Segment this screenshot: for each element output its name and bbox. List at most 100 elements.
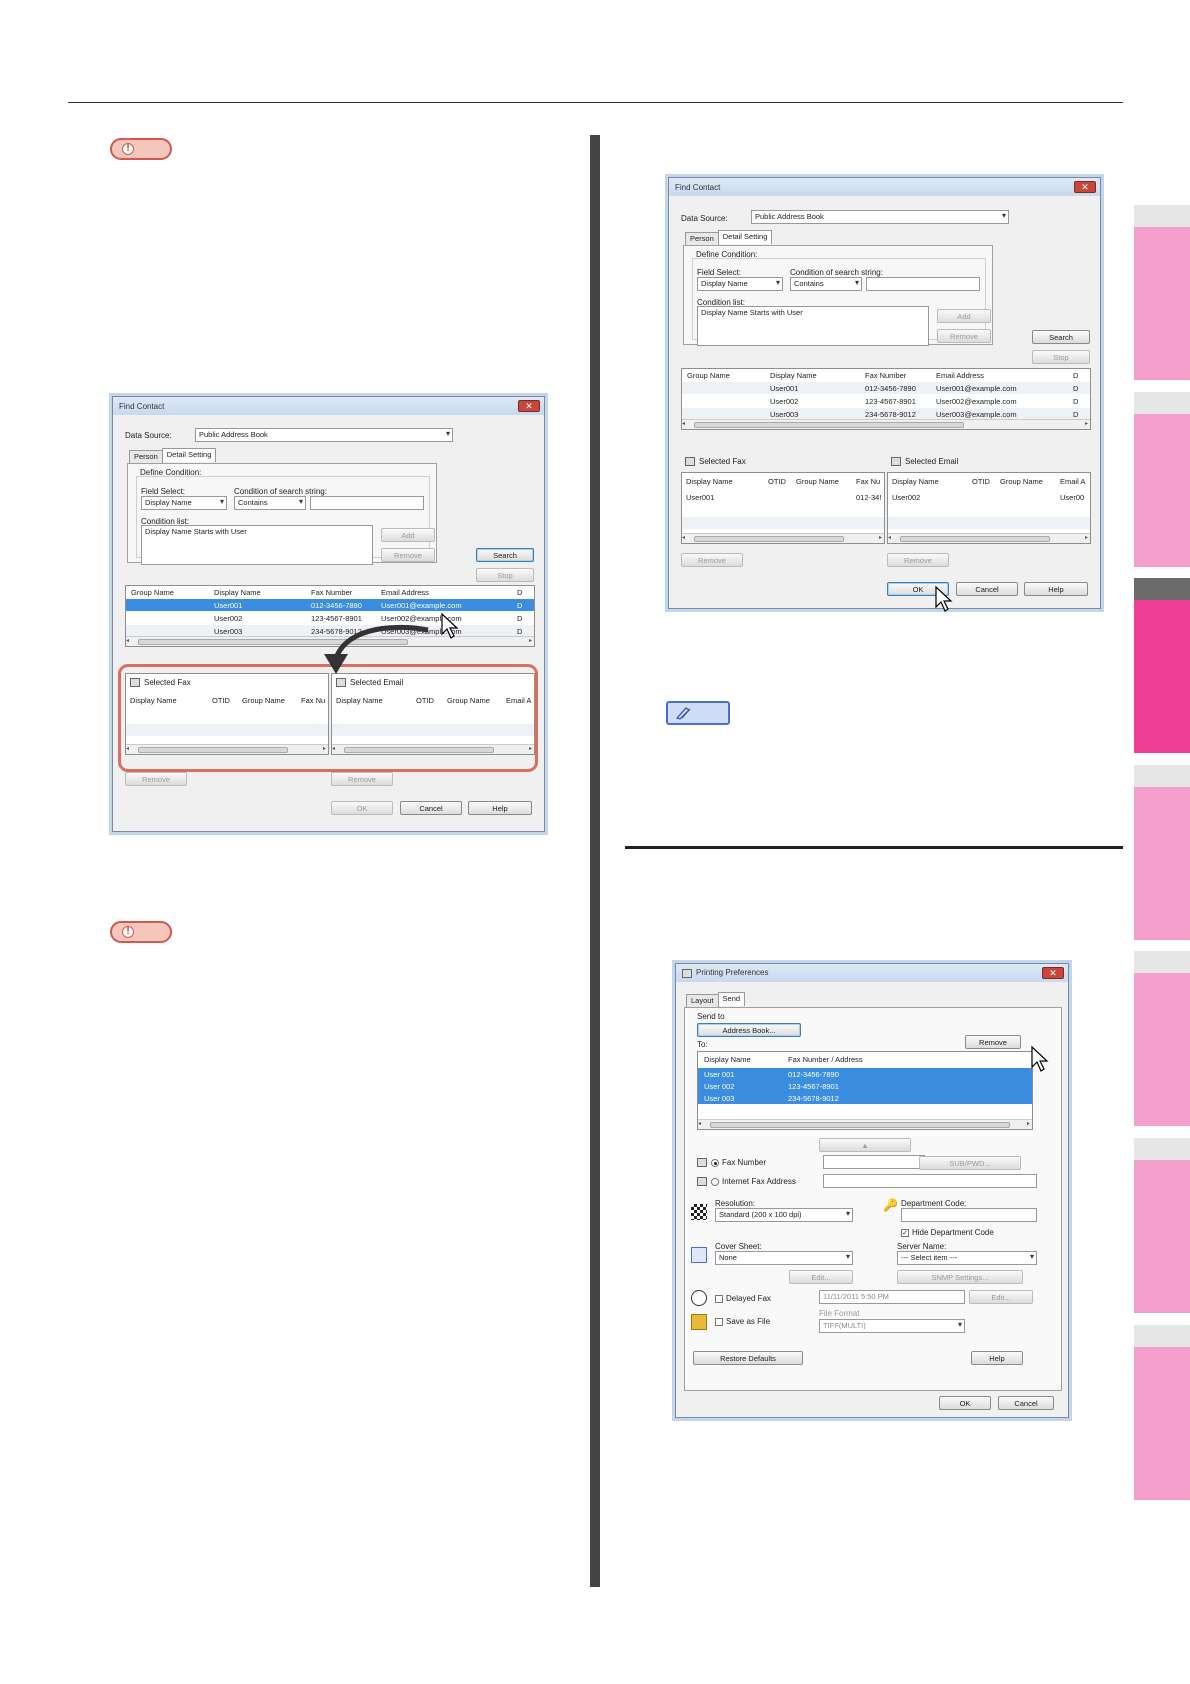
column-header[interactable]: Email Address — [381, 588, 429, 597]
save-as-file-checkbox[interactable] — [715, 1317, 723, 1326]
ok-button[interactable]: OK — [331, 801, 393, 815]
column-header[interactable]: Group Name — [687, 371, 730, 380]
horizontal-scrollbar[interactable]: ◂ ▸ — [698, 1119, 1032, 1129]
chapter-tab[interactable] — [1134, 392, 1190, 567]
column-header[interactable]: Email A — [1060, 477, 1085, 486]
cover-edit-button[interactable]: Edit... — [789, 1270, 853, 1284]
table-row[interactable]: User 003 234-5678-9012 — [698, 1092, 1032, 1104]
tab-send[interactable]: Send — [717, 992, 746, 1006]
column-header[interactable]: Group Name — [796, 477, 839, 486]
chapter-tab[interactable] — [1134, 205, 1190, 380]
delayed-fax-datetime[interactable]: 11/11/2011 5:50 PM — [819, 1290, 965, 1304]
remove-fax-button[interactable]: Remove — [681, 553, 743, 567]
cancel-button[interactable]: Cancel — [400, 801, 462, 815]
remove-condition-button[interactable]: Remove — [381, 548, 435, 562]
list-item[interactable]: User001 012-34! — [682, 491, 884, 503]
tab-person[interactable]: Person — [685, 232, 719, 246]
server-name-select[interactable]: --- Select item --- — [897, 1251, 1037, 1265]
close-icon[interactable]: ✕ — [1042, 967, 1064, 979]
fax-number-input[interactable] — [823, 1155, 925, 1169]
table-row[interactable]: User 002 123-4567-8901 — [698, 1080, 1032, 1092]
remove-email-button[interactable]: Remove — [887, 553, 949, 567]
horizontal-scrollbar[interactable]: ◂ ▸ — [888, 533, 1090, 543]
chapter-tab[interactable] — [1134, 765, 1190, 940]
search-button[interactable]: Search — [476, 548, 534, 562]
add-recipient-up-icon[interactable]: ▲ — [819, 1138, 911, 1152]
column-header[interactable]: Email Address — [936, 371, 984, 380]
help-button[interactable]: Help — [1024, 582, 1088, 596]
remove-condition-button[interactable]: Remove — [937, 329, 991, 343]
internet-fax-input[interactable] — [823, 1174, 1037, 1188]
list-item[interactable]: User002 User00 — [888, 491, 1090, 503]
snmp-settings-button[interactable]: SNMP Settings... — [897, 1270, 1023, 1284]
save-as-file-option[interactable]: Save as File — [715, 1317, 770, 1326]
column-header[interactable]: Fax Number — [865, 371, 906, 380]
remove-button[interactable]: Remove — [965, 1035, 1021, 1049]
table-row[interactable]: User001 012-3456-7890 User001@example.co… — [126, 599, 534, 611]
close-icon[interactable]: ✕ — [1074, 181, 1096, 193]
remove-fax-button[interactable]: Remove — [125, 772, 187, 786]
chapter-tab[interactable] — [1134, 951, 1190, 1126]
fax-number-option[interactable]: Fax Number — [697, 1158, 766, 1168]
column-header[interactable]: Group Name — [1000, 477, 1043, 486]
help-button[interactable]: Help — [468, 801, 532, 815]
delayed-fax-checkbox[interactable] — [715, 1294, 723, 1303]
help-button[interactable]: Help — [971, 1351, 1023, 1365]
fax-number-radio[interactable] — [711, 1158, 719, 1167]
column-header[interactable]: Display Name — [214, 588, 261, 597]
tab-layout[interactable]: Layout — [686, 994, 719, 1008]
table-row[interactable]: User002 123-4567-8901 User002@example.co… — [682, 395, 1090, 407]
search-string-input[interactable] — [866, 277, 980, 291]
column-header[interactable]: Group Name — [131, 588, 174, 597]
stop-button[interactable]: Stop — [476, 568, 534, 582]
ok-button[interactable]: OK — [939, 1396, 991, 1410]
table-row[interactable]: User001 012-3456-7890 User001@example.co… — [682, 382, 1090, 394]
tab-person[interactable]: Person — [129, 450, 163, 464]
tab-detail-setting[interactable]: Detail Setting — [161, 448, 217, 462]
chapter-tab[interactable] — [1134, 1138, 1190, 1313]
column-header[interactable]: Display Name — [892, 477, 939, 486]
table-row[interactable]: User 001 012-3456-7890 — [698, 1068, 1032, 1080]
data-source-select[interactable]: Public Address Book — [195, 428, 453, 442]
delayed-edit-button[interactable]: Edit... — [969, 1290, 1033, 1304]
department-code-input[interactable] — [901, 1208, 1037, 1222]
column-header[interactable]: Fax Number — [311, 588, 352, 597]
column-header[interactable]: OTID — [768, 477, 786, 486]
delayed-fax-option[interactable]: Delayed Fax — [715, 1294, 771, 1303]
condition-combo[interactable]: Contains — [234, 496, 306, 510]
condition-combo[interactable]: Contains — [790, 277, 862, 291]
internet-fax-radio[interactable] — [711, 1177, 719, 1186]
file-format-select[interactable]: TIFF(MULTI) — [819, 1319, 965, 1333]
horizontal-scrollbar[interactable]: ◂ ▸ — [682, 419, 1090, 429]
tab-detail-setting[interactable]: Detail Setting — [717, 230, 773, 244]
sub-pwd-button[interactable]: SUB/PWD... — [919, 1156, 1021, 1170]
restore-defaults-button[interactable]: Restore Defaults — [693, 1351, 803, 1365]
search-string-input[interactable] — [310, 496, 424, 510]
cancel-button[interactable]: Cancel — [956, 582, 1018, 596]
field-select-combo[interactable]: Display Name — [697, 277, 783, 291]
field-select-combo[interactable]: Display Name — [141, 496, 227, 510]
column-header[interactable]: Fax Nu — [856, 477, 880, 486]
remove-email-button[interactable]: Remove — [331, 772, 393, 786]
chapter-tab[interactable] — [1134, 1325, 1190, 1500]
hide-department-code-checkbox[interactable]: ✓ — [901, 1228, 909, 1237]
column-header[interactable]: OTID — [972, 477, 990, 486]
condition-list[interactable]: Display Name Starts with User — [697, 306, 929, 346]
column-header[interactable]: Fax Number / Address — [788, 1055, 863, 1064]
cancel-button[interactable]: Cancel — [998, 1396, 1054, 1410]
column-header[interactable]: Display Name — [686, 477, 733, 486]
horizontal-scrollbar[interactable]: ◂ ▸ — [682, 533, 884, 543]
internet-fax-option[interactable]: Internet Fax Address — [697, 1177, 796, 1187]
column-header[interactable]: D — [1073, 371, 1078, 380]
chapter-tab-active[interactable] — [1134, 578, 1190, 753]
close-icon[interactable]: ✕ — [518, 400, 540, 412]
cover-sheet-select[interactable]: None — [715, 1251, 853, 1265]
column-header[interactable]: Display Name — [704, 1055, 751, 1064]
add-button[interactable]: Add — [381, 528, 435, 542]
column-header[interactable]: Display Name — [770, 371, 817, 380]
stop-button[interactable]: Stop — [1032, 350, 1090, 364]
address-book-button[interactable]: Address Book... — [697, 1023, 801, 1037]
column-header[interactable]: D — [517, 588, 522, 597]
hide-department-code-option[interactable]: ✓ Hide Department Code — [901, 1228, 994, 1237]
add-button[interactable]: Add — [937, 309, 991, 323]
